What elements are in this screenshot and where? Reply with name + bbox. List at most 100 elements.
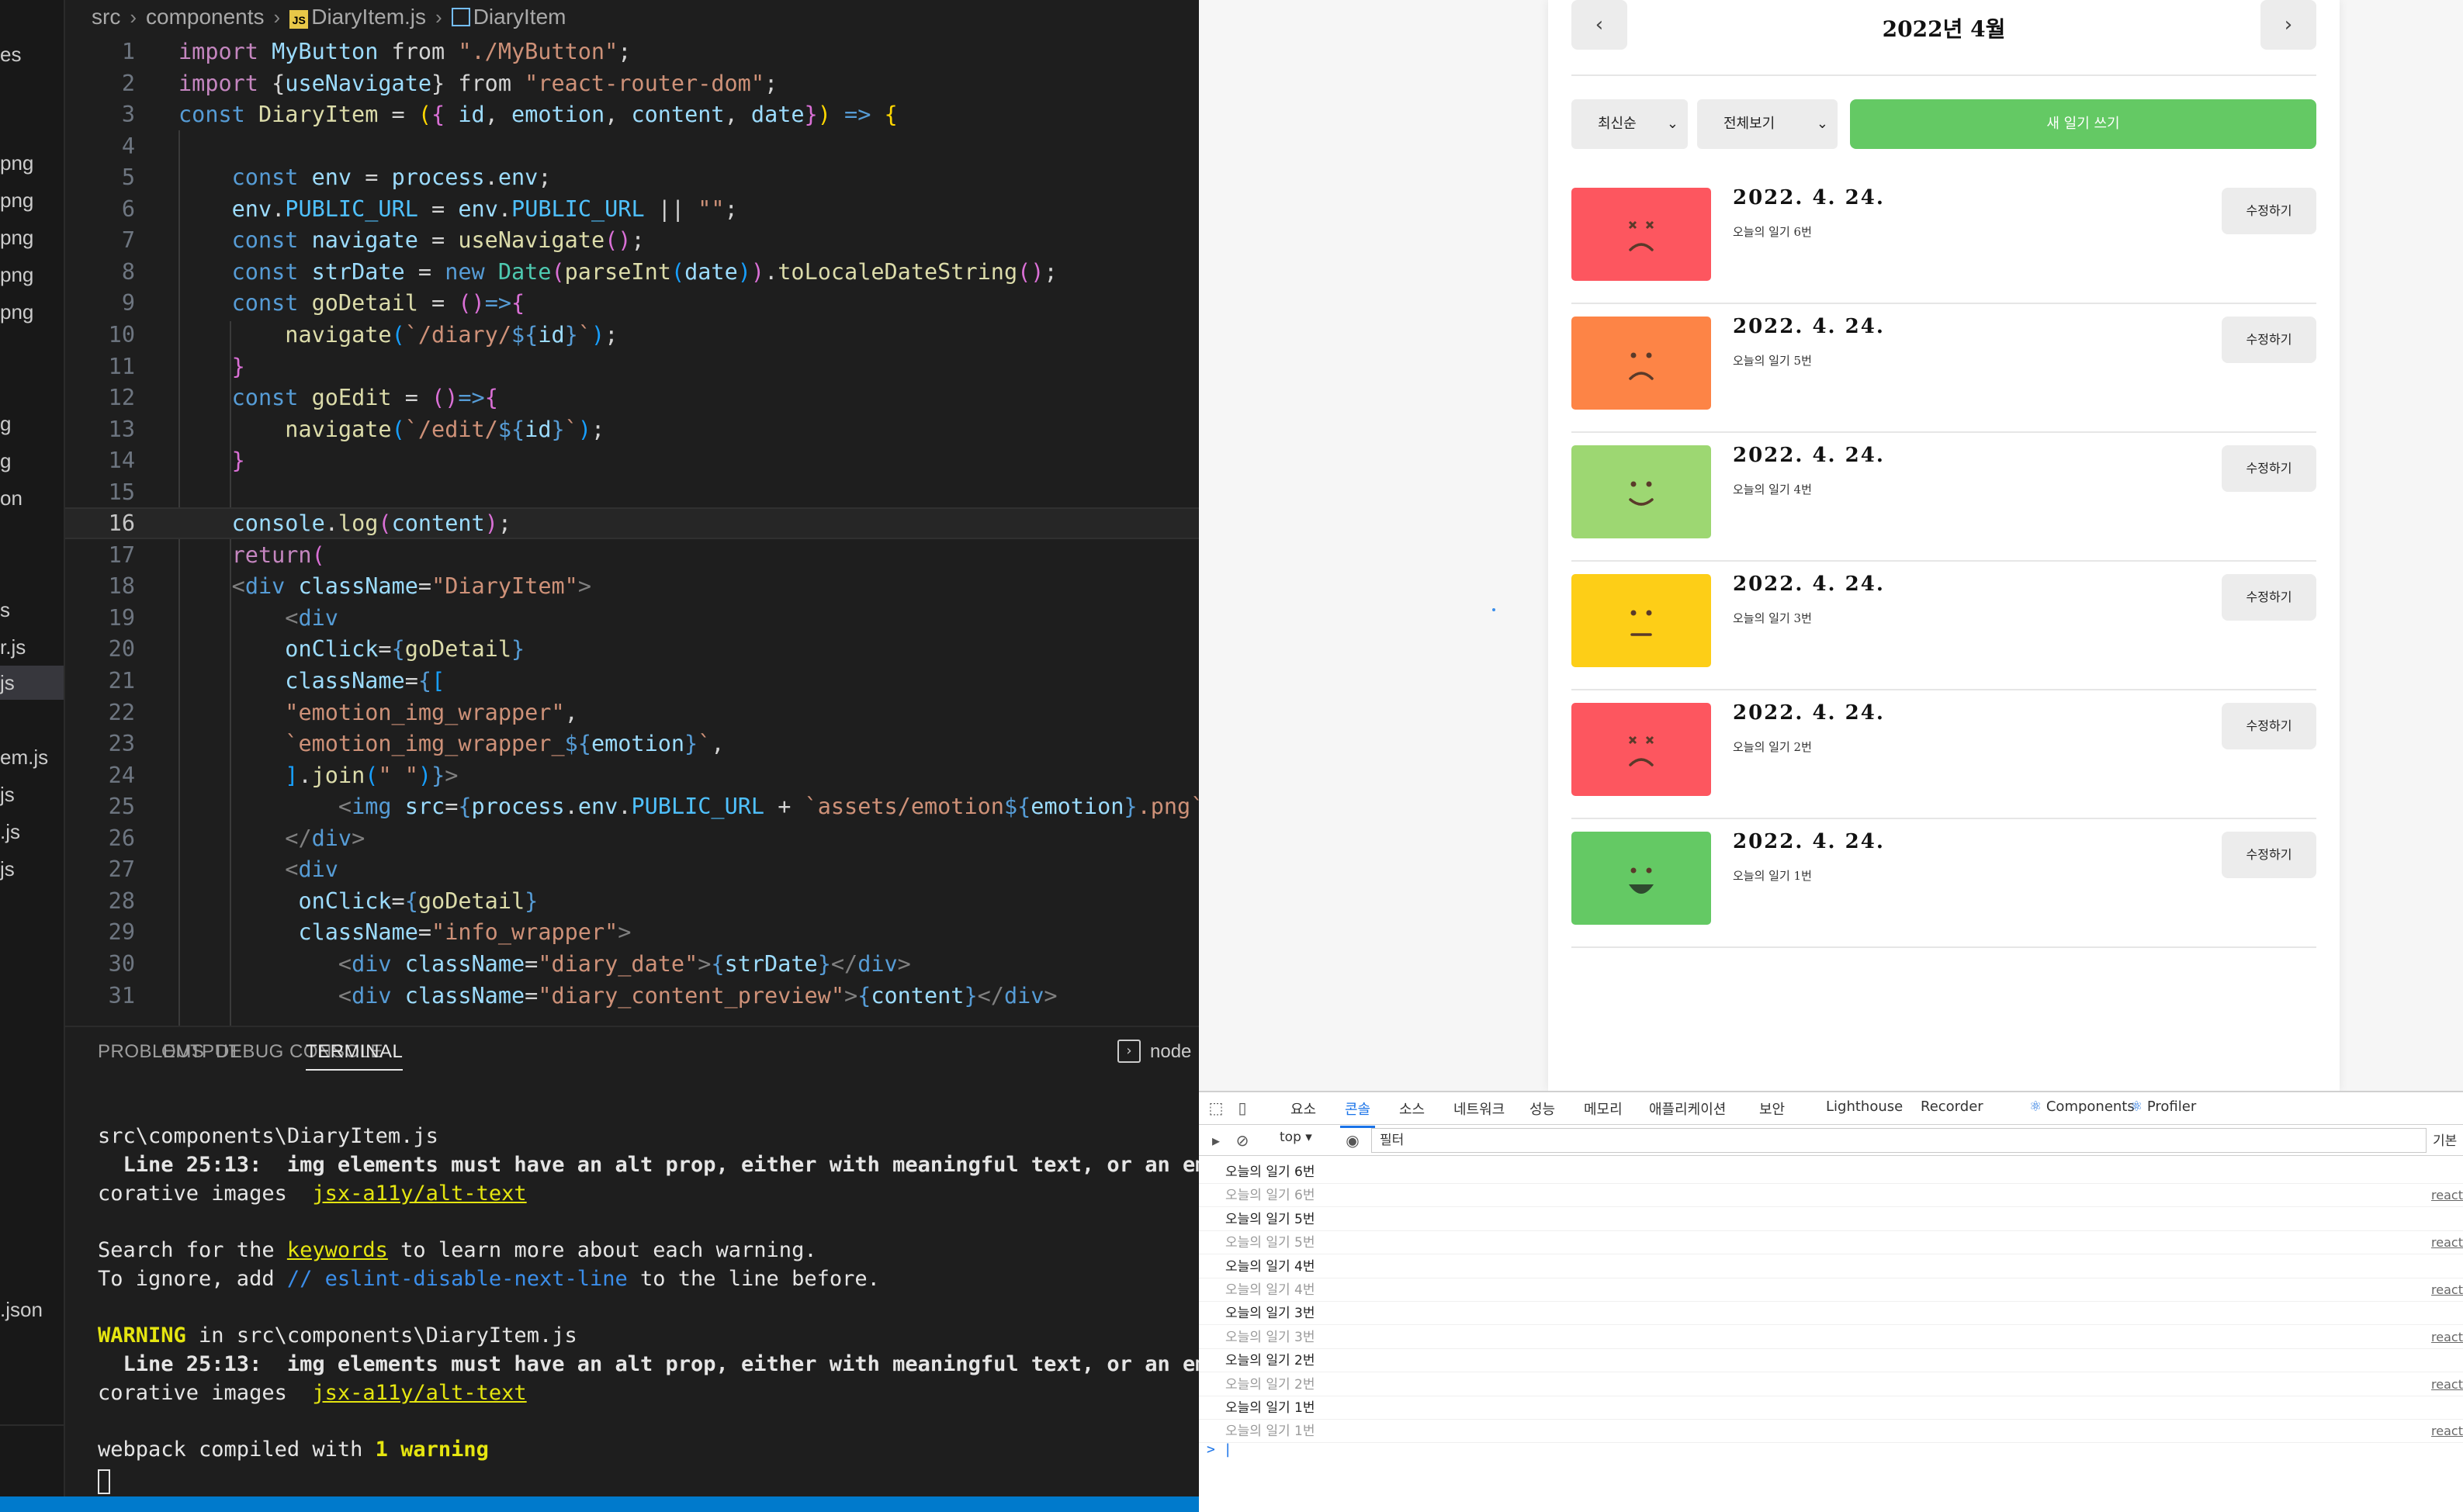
diary-date[interactable]: 2022. 4. 24. (1733, 573, 1885, 596)
console-filter-input[interactable]: 필터 (1371, 1128, 2427, 1153)
diary-item[interactable]: 2022. 4. 24. 오늘의 일기 3번 수정하기 (1571, 562, 2316, 690)
edit-button[interactable]: 수정하기 (2222, 703, 2316, 749)
code-line[interactable]: 17 return( (65, 539, 1199, 571)
code-line[interactable]: 11 } (65, 351, 1199, 382)
explorer-file-item[interactable]: png (0, 258, 33, 292)
code-line[interactable]: 31 <div className="diary_content_preview… (65, 980, 1199, 1012)
code-line[interactable]: 5 const env = process.env; (65, 161, 1199, 193)
emotion-image[interactable] (1571, 574, 1711, 667)
keywords-link[interactable]: keywords (287, 1238, 388, 1262)
explorer-file-item[interactable]: s (0, 593, 10, 627)
edit-button[interactable]: 수정하기 (2222, 445, 2316, 492)
explorer-file-item[interactable]: on (0, 481, 23, 515)
code-line[interactable]: 22 "emotion_img_wrapper", (65, 697, 1199, 728)
devtools-tab[interactable]: 소스 (1399, 1099, 1425, 1119)
console-source-link[interactable]: react (2431, 1420, 2463, 1443)
emotion-image[interactable] (1571, 317, 1711, 410)
explorer-file-item[interactable]: js (0, 777, 15, 811)
console-source-link[interactable]: react (2431, 1373, 2463, 1396)
explorer-file-item[interactable]: png (0, 183, 33, 217)
diary-content-preview[interactable]: 오늘의 일기 2번 (1733, 739, 1812, 755)
explorer-file-item[interactable]: .json (0, 1292, 43, 1327)
explorer-file-item[interactable]: png (0, 295, 33, 329)
emotion-image[interactable] (1571, 445, 1711, 538)
next-month-button[interactable]: › (2260, 0, 2316, 50)
filter-select[interactable]: 전체보기 ⌄ (1697, 99, 1838, 149)
emotion-image[interactable] (1571, 188, 1711, 281)
code-line[interactable]: 4 (65, 130, 1199, 162)
devtools-tab[interactable]: ⚛ Components (2029, 1099, 2135, 1115)
code-line[interactable]: 21 className={[ (65, 665, 1199, 697)
console-source-link[interactable]: react (2431, 1278, 2463, 1302)
code-line[interactable]: 10 navigate(`/diary/${id}`); (65, 319, 1199, 351)
breadcrumb-file[interactable]: JS DiaryItem.js (289, 5, 426, 29)
explorer-file-item[interactable]: r.js (0, 630, 26, 664)
code-line[interactable]: 25 <img src={process.env.PUBLIC_URL + `a… (65, 791, 1199, 822)
edit-button[interactable]: 수정하기 (2222, 574, 2316, 621)
diary-date[interactable]: 2022. 4. 24. (1733, 186, 1885, 209)
devtools-tab[interactable]: 애플리케이션 (1649, 1099, 1726, 1119)
code-line[interactable]: 8 const strDate = new Date(parseInt(date… (65, 256, 1199, 288)
devtools-tab[interactable]: 보안 (1759, 1099, 1785, 1119)
code-line[interactable]: 6 env.PUBLIC_URL = env.PUBLIC_URL || ""; (65, 193, 1199, 225)
code-line[interactable]: 15 (65, 476, 1199, 508)
console-prompt[interactable]: > | (1207, 1441, 1232, 1458)
log-levels-select[interactable]: 기본 (2433, 1130, 2457, 1149)
terminal-output[interactable]: src\components\DiaryItem.js Line 25:13: … (98, 1122, 1199, 1494)
explorer-file-item[interactable]: es (0, 37, 21, 71)
code-line[interactable]: 7 const navigate = useNavigate(); (65, 224, 1199, 256)
devtools-tab[interactable]: Lighthouse (1826, 1099, 1903, 1115)
edit-button[interactable]: 수정하기 (2222, 188, 2316, 234)
code-line[interactable]: 18 <div className="DiaryItem"> (65, 570, 1199, 602)
diary-date[interactable]: 2022. 4. 24. (1733, 830, 1885, 853)
device-toolbar-icon[interactable]: ▯ (1233, 1099, 1252, 1117)
inspect-element-icon[interactable]: ⬚ (1207, 1099, 1225, 1117)
breadcrumb-folder-src[interactable]: src (92, 5, 120, 29)
code-line[interactable]: 23 `emotion_img_wrapper_${emotion}`, (65, 728, 1199, 759)
code-line[interactable]: 24 ].join(" ")}> (65, 759, 1199, 791)
code-line[interactable]: 14 } (65, 445, 1199, 476)
code-line[interactable]: 28 onClick={goDetail} (65, 885, 1199, 917)
devtools-tab[interactable]: 성능 (1529, 1099, 1555, 1119)
console-source-link[interactable]: react (2431, 1231, 2463, 1254)
code-line[interactable]: 30 <div className="diary_date">{strDate}… (65, 948, 1199, 980)
console-source-link[interactable]: react (2431, 1326, 2463, 1349)
diary-item[interactable]: 2022. 4. 24. 오늘의 일기 4번 수정하기 (1571, 433, 2316, 562)
diary-content-preview[interactable]: 오늘의 일기 4번 (1733, 481, 1812, 497)
diary-content-preview[interactable]: 오늘의 일기 3번 (1733, 610, 1812, 626)
panel-tab-terminal[interactable]: TERMINAL (306, 1041, 404, 1071)
code-line[interactable]: 26 </div> (65, 822, 1199, 854)
devtools-tab[interactable]: 네트워크 (1453, 1099, 1505, 1119)
code-line[interactable]: 19 <div (65, 602, 1199, 634)
devtools-tab[interactable]: 메모리 (1584, 1099, 1623, 1119)
breadcrumb-folder-components[interactable]: components (146, 5, 265, 29)
diary-item[interactable]: 2022. 4. 24. 오늘의 일기 6번 수정하기 (1571, 175, 2316, 304)
code-line[interactable]: 29 className="info_wrapper"> (65, 916, 1199, 948)
code-line[interactable]: 3 const DiaryItem = ({ id, emotion, conte… (65, 99, 1199, 130)
context-select[interactable]: top ▾ (1280, 1130, 1312, 1145)
code-line[interactable]: 20 onClick={goDetail} (65, 633, 1199, 665)
emotion-image[interactable] (1571, 703, 1711, 796)
code-line[interactable]: 16 console.log(content); (65, 507, 1199, 540)
diary-item[interactable]: 2022. 4. 24. 오늘의 일기 5번 수정하기 (1571, 304, 2316, 433)
emotion-image[interactable] (1571, 832, 1711, 925)
clear-console-icon[interactable]: ⊘ (1233, 1131, 1252, 1150)
devtools-tab[interactable]: ⚛ Profiler (2130, 1099, 2196, 1115)
explorer-file-item[interactable]: png (0, 146, 33, 180)
console-source-link[interactable]: react (2431, 1184, 2463, 1207)
terminal-icon[interactable]: › (1117, 1040, 1141, 1063)
sort-select[interactable]: 최신순 ⌄ (1571, 99, 1688, 149)
explorer-file-item[interactable]: g (0, 444, 11, 478)
explorer-file-item[interactable]: js (0, 666, 64, 700)
new-diary-button[interactable]: 새 일기 쓰기 (1850, 99, 2316, 149)
diary-content-preview[interactable]: 오늘의 일기 5번 (1733, 352, 1812, 368)
code-line[interactable]: 9 const goDetail = ()=>{ (65, 287, 1199, 319)
code-editor[interactable]: 1 import MyButton from "./MyButton"; 2 impo… (65, 34, 1199, 1026)
devtools-tab[interactable]: 콘솔 (1339, 1099, 1376, 1128)
code-line[interactable]: 1 import MyButton from "./MyButton"; (65, 36, 1199, 67)
diary-date[interactable]: 2022. 4. 24. (1733, 444, 1885, 467)
explorer-file-item[interactable]: em.js (0, 740, 48, 774)
explorer-file-item[interactable]: js (0, 852, 15, 886)
code-line[interactable]: 13 navigate(`/edit/${id}`); (65, 413, 1199, 445)
rule-link[interactable]: jsx-a11y/alt-text (312, 1182, 526, 1206)
